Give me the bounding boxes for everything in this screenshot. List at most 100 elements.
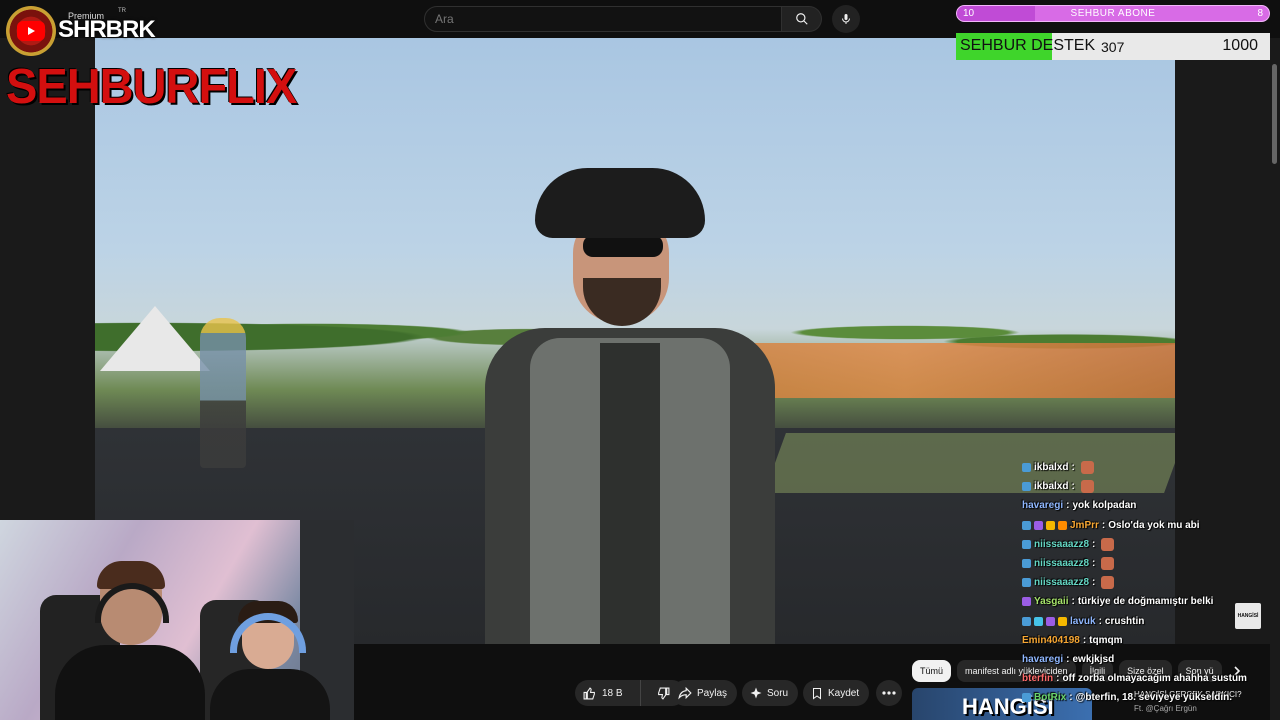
chat-emote-icon — [1080, 480, 1094, 494]
chat-username[interactable]: Yasgaii — [1034, 596, 1068, 607]
chat-text: türkiye de doğmamıştır belki — [1077, 596, 1214, 608]
chat-username[interactable]: BotRix — [1034, 692, 1066, 703]
video-interviewee — [475, 168, 785, 644]
channel-logo — [6, 6, 56, 56]
more-horizontal-icon — [882, 691, 896, 695]
subscriber-goal-title: SEHBUR ABONE — [1070, 8, 1156, 19]
chat-text: crushtin — [1104, 615, 1145, 627]
chat-text: ewkjkjsd — [1072, 653, 1115, 665]
share-label: Paylaş — [697, 687, 728, 699]
chat-emote-icon — [1101, 537, 1115, 551]
chat-separator: : — [1056, 673, 1060, 685]
chat-separator: : — [1071, 481, 1075, 493]
chat-separator: : — [1066, 500, 1070, 512]
streamer-male — [55, 561, 205, 720]
chat-emote-icon — [1101, 557, 1115, 571]
region-label: TR — [118, 8, 126, 14]
chat-username[interactable]: JmPrr — [1070, 520, 1099, 531]
thumbs-up-icon — [583, 686, 595, 699]
like-count: 18 B — [602, 687, 623, 699]
ask-label: Soru — [767, 687, 789, 699]
chat-message: niissaaazz8: — [1022, 573, 1272, 592]
chat-username[interactable]: niissaaazz8 — [1034, 577, 1089, 588]
donation-goal-target: 1000 — [1222, 37, 1258, 54]
chat-overlay: ikbalxd: ikbalxd: havaregi: yok kolpadan JmP… — [1022, 458, 1272, 720]
ask-button[interactable]: Soru — [742, 680, 798, 706]
streamer-female — [210, 601, 330, 720]
share-button[interactable]: Paylaş — [672, 680, 737, 706]
interviewee-hat — [535, 168, 705, 238]
chat-badge-icon — [1022, 520, 1031, 530]
search-input[interactable] — [424, 6, 782, 32]
overlay-title: SEHBURFLIX — [6, 57, 297, 114]
save-label: Kaydet — [828, 687, 860, 699]
chat-badge-icon — [1046, 616, 1055, 626]
chat-separator: : — [1098, 615, 1102, 627]
chat-badge-icon — [1022, 693, 1031, 703]
streamer-female-body — [210, 669, 330, 720]
chat-username[interactable]: lavuk — [1070, 616, 1096, 627]
interviewee-sunglasses — [583, 235, 663, 257]
chat-separator: : — [1101, 519, 1106, 531]
chat-badge-icon — [1022, 597, 1031, 607]
interviewee-shirt — [600, 343, 660, 644]
chat-badge-icon — [1022, 559, 1031, 569]
search-icon — [795, 13, 808, 25]
chat-username[interactable]: ikbalxd — [1034, 462, 1068, 473]
donation-goal-bar: SEHBUR DESTEK 307 1000 — [956, 33, 1270, 60]
chat-message: niissaaazz8: — [1022, 535, 1272, 554]
video-tent — [100, 306, 210, 371]
chat-text: Oslo'da yok mu abi — [1108, 519, 1200, 531]
bookmark-icon — [813, 687, 821, 699]
search-button[interactable] — [782, 6, 822, 32]
donation-goal-title: SEHBUR DESTEK — [960, 37, 1096, 54]
chat-emote-icon — [1101, 576, 1115, 590]
chat-message: ikbalxd: — [1022, 477, 1272, 496]
more-actions-button[interactable] — [876, 680, 902, 706]
chat-message: ikbalxd: — [1022, 458, 1272, 477]
chat-username[interactable]: havaregi — [1022, 500, 1063, 511]
chat-username[interactable]: bterfin — [1022, 673, 1053, 684]
subscriber-goal-bar: 10 SEHBUR ABONE 8 — [956, 5, 1270, 22]
chat-message: niissaaazz8: — [1022, 554, 1272, 573]
voice-search-button[interactable] — [832, 5, 860, 33]
streamer-male-body — [55, 645, 205, 720]
chat-text: @bterfin, 18. seviyeye yükseldin. — [1075, 692, 1233, 704]
stream-screen: Premium TR SHRBRK SEHBURFLIX 10 SEHBUR A… — [0, 0, 1280, 720]
save-button[interactable]: Kaydet — [803, 680, 869, 706]
subscriber-goal-end: 8 — [1257, 8, 1263, 19]
thumbs-down-icon — [657, 687, 669, 700]
chat-separator: : — [1071, 596, 1075, 608]
chat-badge-icon — [1022, 463, 1031, 473]
chat-text: yok kolpadan — [1072, 500, 1137, 512]
filter-chip[interactable]: Tümü — [912, 660, 952, 682]
chat-username[interactable]: niissaaazz8 — [1034, 558, 1089, 569]
chat-emote-icon — [1080, 461, 1094, 475]
search-bar — [424, 6, 822, 32]
chat-message: Emin404198: tqmqm — [1022, 631, 1272, 650]
chat-separator: : — [1082, 634, 1087, 646]
microphone-icon — [842, 14, 850, 24]
channel-logo-text: SHRBRK — [58, 16, 156, 43]
chat-separator: : — [1092, 558, 1096, 570]
page-scrollbar-thumb[interactable] — [1272, 64, 1277, 164]
chat-text: tqmqm — [1089, 634, 1123, 646]
chat-text: off zorba olmayacağım ahahha sustum — [1062, 673, 1247, 685]
chat-username[interactable]: havaregi — [1022, 654, 1063, 665]
share-icon — [678, 686, 692, 700]
chat-username[interactable]: niissaaazz8 — [1034, 539, 1089, 550]
chat-username[interactable]: ikbalxd — [1034, 481, 1068, 492]
chat-message: BotRix: @bterfin, 18. seviyeye yükseldin. — [1022, 688, 1272, 707]
donation-goal-current: 307 — [1101, 39, 1125, 55]
chat-badge-icon — [1022, 578, 1031, 588]
youtube-play-icon — [17, 21, 45, 41]
chat-separator: : — [1092, 538, 1096, 550]
chat-badge-icon — [1022, 539, 1031, 549]
chat-badge-icon — [1022, 482, 1031, 492]
chat-separator: : — [1066, 653, 1070, 665]
chat-username[interactable]: Emin404198 — [1022, 635, 1080, 646]
chat-message: havaregi: yok kolpadan — [1022, 496, 1272, 515]
chat-separator: : — [1071, 462, 1075, 474]
video-buildings — [725, 343, 1175, 398]
like-button[interactable]: 18 B — [575, 680, 641, 706]
